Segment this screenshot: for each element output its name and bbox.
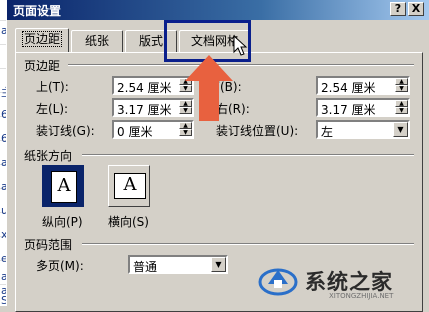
- watermark-site: XITONGZHIJIA.NET: [329, 292, 394, 300]
- top-margin-value: 2.54 厘米: [117, 81, 172, 95]
- tab-paper[interactable]: 纸张: [71, 30, 123, 52]
- landscape-option[interactable]: A: [108, 165, 150, 207]
- bottom-margin-spinner[interactable]: 2.54 厘米 ▲ ▼: [316, 76, 410, 95]
- title-bar[interactable]: 页面设置 ? X: [7, 0, 429, 20]
- help-button[interactable]: ?: [390, 2, 406, 16]
- watermark-logo-icon: [258, 268, 298, 296]
- bottom-margin-value: 2.54 厘米: [321, 81, 376, 95]
- spin-down-icon[interactable]: ▼: [179, 129, 192, 136]
- chevron-down-icon[interactable]: ▼: [211, 257, 226, 272]
- landscape-page-icon: A: [114, 173, 146, 199]
- portrait-option[interactable]: A: [42, 165, 84, 207]
- left-margin-spinner[interactable]: 3.17 厘米 ▲ ▼: [112, 98, 194, 117]
- dialog-title: 页面设置: [13, 4, 62, 18]
- multiple-pages-label: 多页(M):: [36, 259, 84, 273]
- pages-group-title: 页码范围: [24, 238, 73, 252]
- spin-down-icon[interactable]: ▼: [395, 107, 408, 114]
- gutter-spinner[interactable]: 0 厘米 ▲ ▼: [112, 120, 194, 139]
- gutter-position-value: 左: [321, 125, 334, 139]
- multiple-pages-select[interactable]: 普通 ▼: [128, 255, 228, 274]
- chevron-down-icon[interactable]: ▼: [393, 122, 408, 137]
- spin-up-icon[interactable]: ▲: [395, 100, 408, 107]
- gutter-position-select[interactable]: 左 ▼: [316, 120, 410, 139]
- watermark: 系统之家 XITONGZHIJIA.NET: [253, 256, 429, 306]
- landscape-label: 横向(S): [108, 215, 149, 229]
- left-margin-value: 3.17 厘米: [117, 103, 172, 117]
- divider: [82, 154, 414, 156]
- spin-up-icon[interactable]: ▲: [179, 122, 192, 129]
- multiple-pages-value: 普通: [133, 260, 158, 274]
- gutter-position-label: 装订线位置(U):: [216, 124, 299, 138]
- up-arrow-icon: [185, 55, 233, 121]
- top-margin-spinner[interactable]: 2.54 厘米 ▲ ▼: [112, 76, 194, 95]
- portrait-page-icon: A: [51, 171, 77, 203]
- orientation-group-title: 纸张方向: [24, 149, 73, 163]
- divider: [82, 243, 414, 245]
- tab-margins[interactable]: 页边距: [15, 28, 69, 52]
- gutter-label: 装订线(G):: [36, 124, 95, 138]
- top-margin-label: 上(T):: [36, 80, 69, 94]
- close-button[interactable]: X: [408, 2, 424, 16]
- left-margin-label: 左(L):: [36, 102, 69, 116]
- mouse-cursor-icon: [233, 35, 248, 56]
- spin-down-icon[interactable]: ▼: [395, 85, 408, 92]
- margins-group-title: 页边距: [24, 59, 61, 73]
- portrait-label: 纵向(P): [42, 215, 83, 229]
- spin-up-icon[interactable]: ▲: [395, 78, 408, 85]
- divider: [68, 64, 414, 66]
- gutter-value: 0 厘米: [117, 125, 153, 139]
- right-margin-value: 3.17 厘米: [321, 103, 376, 117]
- right-margin-spinner[interactable]: 3.17 厘米 ▲ ▼: [316, 98, 410, 117]
